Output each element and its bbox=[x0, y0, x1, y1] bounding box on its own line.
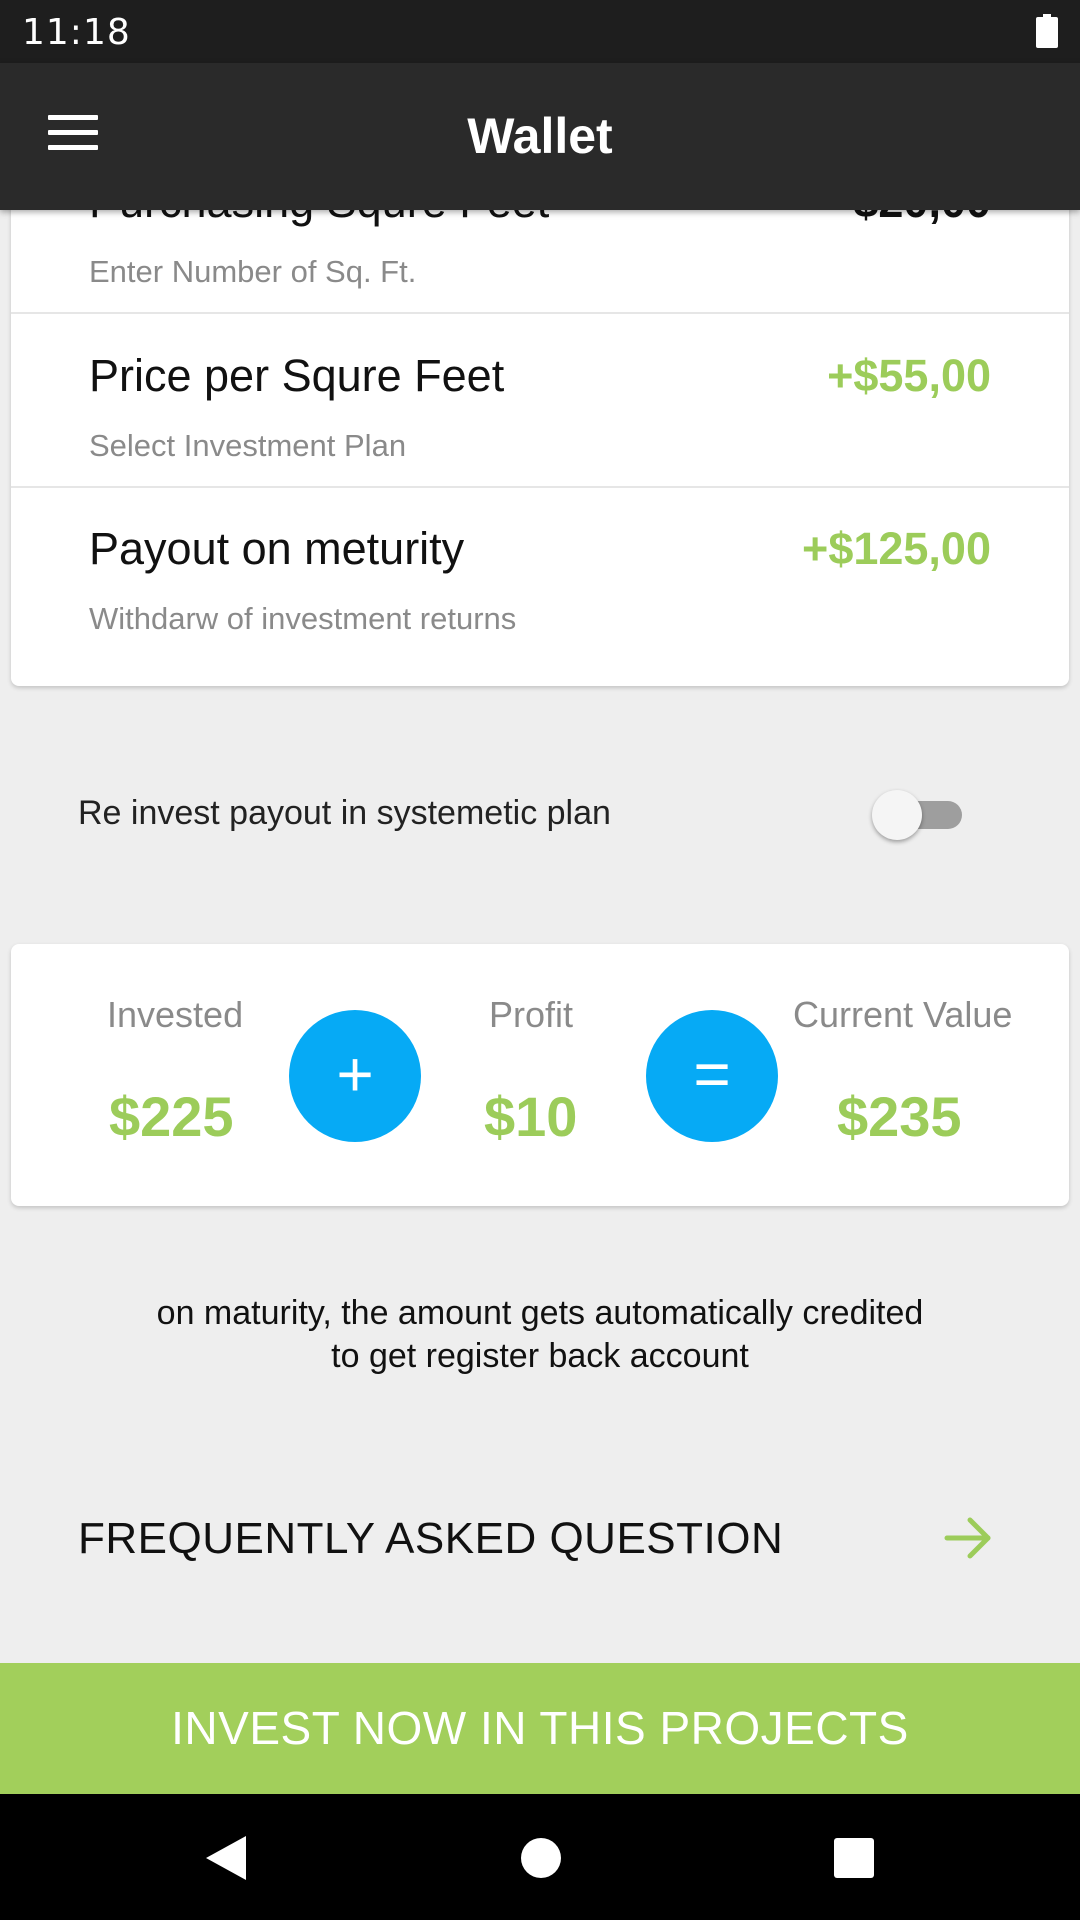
detail-row-payout[interactable]: Payout on meturity +$125,00 Withdarw of … bbox=[11, 487, 1069, 661]
info-line-1: on maturity, the amount gets automatical… bbox=[156, 1294, 924, 1332]
invest-now-button[interactable]: INVEST NOW IN THIS PROJECTS bbox=[0, 1663, 1080, 1794]
faq-label: FREQUENTLY ASKED QUESTION bbox=[78, 1514, 784, 1563]
detail-title: Payout on meturity bbox=[89, 523, 465, 574]
detail-row-price[interactable]: Price per Squre Feet +$55,00 Select Inve… bbox=[11, 314, 1069, 488]
profit-value: $10 bbox=[484, 1085, 578, 1148]
toggle-thumb bbox=[872, 790, 922, 840]
battery-full-icon bbox=[1036, 14, 1058, 48]
reinvest-label: Re invest payout in systemetic plan bbox=[78, 794, 611, 832]
arrow-right-icon bbox=[944, 1517, 991, 1559]
maturity-info-text: on maturity, the amount gets automatical… bbox=[60, 1292, 1020, 1378]
faq-link[interactable]: FREQUENTLY ASKED QUESTION bbox=[0, 1500, 1080, 1580]
page-title: Wallet bbox=[467, 108, 613, 164]
detail-value: +$55,00 bbox=[827, 350, 991, 401]
detail-value: +$125,00 bbox=[802, 523, 991, 574]
current-value: $235 bbox=[837, 1085, 962, 1148]
detail-subtitle: Enter Number of Sq. Ft. bbox=[89, 254, 417, 289]
invested-label: Invested bbox=[107, 994, 244, 1035]
profit-label: Profit bbox=[489, 994, 574, 1035]
info-line-2: to get register back account bbox=[331, 1337, 749, 1375]
recents-square-icon[interactable] bbox=[830, 1832, 878, 1884]
investment-details-card: Purchasing Squre Feet -$20,00 Enter Numb… bbox=[11, 150, 1069, 686]
system-nav-bar bbox=[0, 1794, 1080, 1920]
detail-subtitle: Withdarw of investment returns bbox=[89, 601, 517, 636]
home-circle-icon[interactable] bbox=[517, 1832, 565, 1884]
invested-value: $225 bbox=[109, 1085, 234, 1148]
equals-icon: = bbox=[646, 1010, 778, 1142]
app-bar: Wallet bbox=[0, 63, 1080, 210]
detail-subtitle: Select Investment Plan bbox=[89, 428, 407, 463]
plus-icon: + bbox=[289, 1010, 421, 1142]
status-bar: 11:18 bbox=[0, 0, 1080, 63]
detail-title: Price per Squre Feet bbox=[89, 350, 505, 401]
current-value-label: Current Value bbox=[793, 994, 1013, 1035]
status-time: 11:18 bbox=[22, 12, 131, 53]
back-triangle-icon[interactable] bbox=[202, 1832, 250, 1884]
reinvest-toggle[interactable] bbox=[872, 790, 968, 840]
value-summary-card: Invested $225 + Profit $10 = Current Val… bbox=[11, 944, 1069, 1206]
reinvest-row: Re invest payout in systemetic plan bbox=[0, 780, 1080, 850]
